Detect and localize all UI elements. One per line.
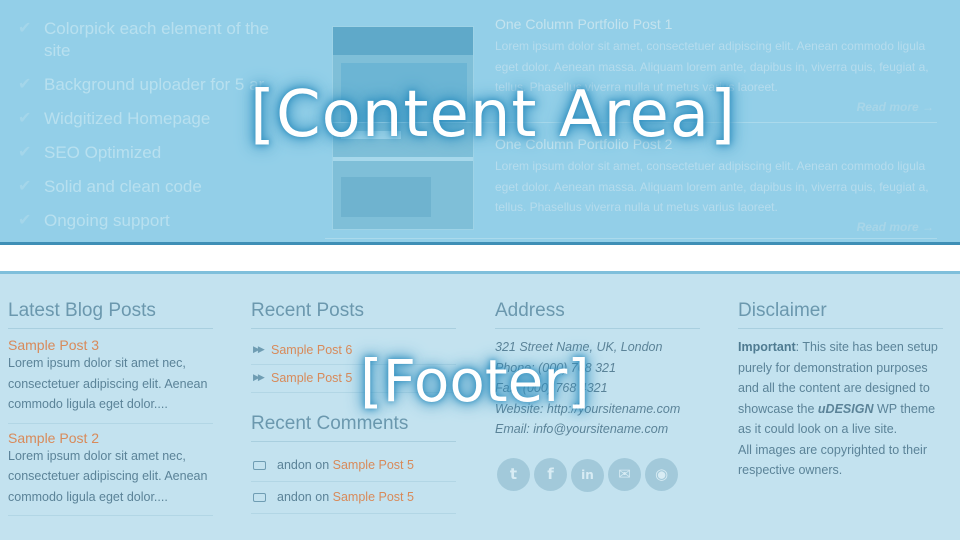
disclaimer-text: Important: This site has been setup pure…: [738, 340, 938, 436]
check-icon: ✔: [18, 76, 32, 93]
thumbnail-header: [333, 27, 473, 55]
latest-blog-posts-widget: Latest Blog Posts Sample Post 3 Lorem ip…: [8, 300, 213, 516]
read-more-link[interactable]: Read more →: [857, 220, 934, 234]
recent-comment: andon on Sample Post 5: [251, 450, 456, 482]
feature-item: ✔ Solid and clean code: [18, 177, 202, 196]
post-excerpt: Lorem ipsum dolor sit amet, consectetuer…: [495, 159, 929, 214]
social-icons: t f in ✉ ◉: [497, 458, 682, 492]
widget-title: Address: [495, 300, 700, 329]
widget-title: Recent Posts: [251, 300, 456, 329]
twitter-icon[interactable]: t: [497, 458, 530, 491]
mail-icon[interactable]: ✉: [608, 458, 641, 491]
comment-post-link[interactable]: Sample Post 5: [333, 458, 414, 472]
check-icon: ✔: [18, 178, 32, 195]
facebook-icon[interactable]: f: [534, 458, 567, 491]
blog-post-link[interactable]: Sample Post 3: [8, 337, 213, 353]
post-title[interactable]: One Column Portfolio Post 1: [495, 16, 935, 32]
comment-bubble-icon: [253, 493, 266, 502]
disclaimer-widget: Disclaimer Important: This site has been…: [738, 300, 943, 481]
linkedin-icon[interactable]: in: [571, 459, 604, 492]
check-icon: ✔: [18, 212, 32, 229]
feature-item: ✔ Colorpick each element of the site: [18, 19, 269, 60]
double-arrow-icon: ▶▶: [253, 372, 265, 382]
recent-comment: andon on Sample Post 5: [251, 482, 456, 514]
double-arrow-icon: ▶▶: [253, 344, 265, 354]
rss-icon[interactable]: ◉: [645, 458, 678, 491]
comment-post-link[interactable]: Sample Post 5: [333, 490, 414, 504]
section-gap: [0, 245, 960, 271]
content-area-label: [Content Area]: [250, 78, 737, 152]
copyright-note: All images are copyrighted to their resp…: [738, 442, 927, 478]
widget-title: Disclaimer: [738, 300, 943, 329]
thumbnail-divider: [333, 157, 473, 161]
blog-post-excerpt: Lorem ipsum dolor sit amet nec, consecte…: [8, 446, 213, 516]
post-divider: [325, 238, 937, 239]
check-icon: ✔: [18, 20, 32, 37]
blog-post-link[interactable]: Sample Post 2: [8, 430, 213, 446]
email-link[interactable]: Email: info@yoursitename.com: [495, 419, 700, 440]
widget-title: Latest Blog Posts: [8, 300, 213, 329]
widget-title: Recent Comments: [251, 413, 456, 442]
check-icon: ✔: [18, 144, 32, 161]
read-more-link[interactable]: Read more →: [857, 100, 934, 114]
footer-label: [Footer]: [360, 347, 590, 415]
blog-post-excerpt: Lorem ipsum dolor sit amet nec, consecte…: [8, 353, 213, 424]
feature-item: ✔ Ongoing support: [18, 211, 170, 230]
thumbnail-block: [341, 177, 431, 217]
check-icon: ✔: [18, 110, 32, 127]
comment-bubble-icon: [253, 461, 266, 470]
